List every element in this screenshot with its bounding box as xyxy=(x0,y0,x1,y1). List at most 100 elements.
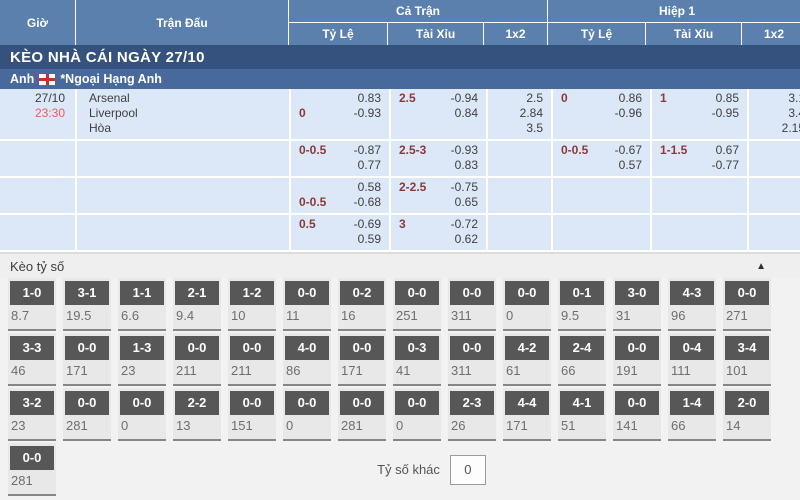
h1-overunder-cell[interactable]: 1-1.50.67-0.77 xyxy=(652,141,747,176)
header-ft-handicap: Tỷ Lệ xyxy=(289,23,387,45)
score-box[interactable]: 3-4 xyxy=(725,336,769,360)
score-odd: 66 xyxy=(558,360,606,378)
england-flag-icon xyxy=(39,74,55,85)
header-time: Giờ xyxy=(0,0,75,45)
score-box[interactable]: 1-1 xyxy=(120,281,164,305)
ft-handicap-cell[interactable]: 0-0.5-0.870.77 xyxy=(291,141,389,176)
score-odd: 281 xyxy=(338,415,386,433)
odds-value: -0.68 xyxy=(326,195,381,210)
score-box[interactable]: 3-0 xyxy=(615,281,659,305)
h1-overunder-cell[interactable] xyxy=(652,178,747,213)
score-box[interactable]: 4-4 xyxy=(505,391,549,415)
score-box[interactable]: 0-0 xyxy=(505,281,549,305)
ft-1x2-cell[interactable] xyxy=(488,141,551,176)
h1-overunder-cell[interactable]: 10.85-0.95 xyxy=(652,89,747,139)
h1-1x2-cell[interactable] xyxy=(749,178,800,213)
score-box[interactable]: 0-3 xyxy=(395,336,439,360)
score-cell: 3-346 xyxy=(8,333,56,386)
h1-handicap-cell[interactable]: 0-0.5-0.670.57 xyxy=(553,141,650,176)
score-odd: 0 xyxy=(393,415,441,433)
ft-1x2-cell[interactable] xyxy=(488,178,551,213)
odds-value: -0.93 xyxy=(426,143,478,158)
score-box[interactable]: 4-1 xyxy=(560,391,604,415)
odds-value: -0.96 xyxy=(561,106,642,121)
score-odd: 8.7 xyxy=(8,305,56,323)
score-cell: 1-08.7 xyxy=(8,278,56,331)
h1-handicap-cell[interactable] xyxy=(553,215,650,250)
score-box[interactable]: 2-2 xyxy=(175,391,219,415)
score-box[interactable]: 0-0 xyxy=(120,391,164,415)
score-box[interactable]: 0-0 xyxy=(285,391,329,415)
score-box[interactable]: 3-2 xyxy=(10,391,54,415)
odds-value: 3.4 xyxy=(757,106,800,121)
score-box[interactable]: 3-1 xyxy=(65,281,109,305)
score-odd: 23 xyxy=(8,415,56,433)
score-box[interactable]: 0-0 xyxy=(395,281,439,305)
ft-overunder-cell[interactable]: 2.5-0.940.84 xyxy=(391,89,486,139)
ft-overunder-cell[interactable]: 3-0.720.62 xyxy=(391,215,486,250)
score-box[interactable]: 2-0 xyxy=(725,391,769,415)
h1-1x2-cell[interactable]: 3.13.42.15 xyxy=(749,89,800,139)
score-odd: 13 xyxy=(173,415,221,433)
score-box[interactable]: 0-0 xyxy=(395,391,439,415)
ft-1x2-cell[interactable]: 2.52.843.5 xyxy=(488,89,551,139)
score-box[interactable]: 2-4 xyxy=(560,336,604,360)
score-cell: 4-151 xyxy=(558,388,606,441)
h1-handicap-cell[interactable]: 00.86-0.96 xyxy=(553,89,650,139)
header-ft-1x2: 1x2 xyxy=(484,23,547,45)
score-box[interactable]: 1-4 xyxy=(670,391,714,415)
score-box[interactable]: 0-0 xyxy=(450,336,494,360)
score-box[interactable]: 2-1 xyxy=(175,281,219,305)
score-box[interactable]: 0-0 xyxy=(615,336,659,360)
score-box[interactable]: 0-0 xyxy=(340,391,384,415)
ft-handicap-cell[interactable]: 0.830-0.93 xyxy=(291,89,389,139)
score-box[interactable]: 2-3 xyxy=(450,391,494,415)
score-box[interactable]: 1-2 xyxy=(230,281,274,305)
h1-overunder-cell[interactable] xyxy=(652,215,747,250)
other-score-label: Tỷ số khác xyxy=(377,462,440,477)
score-odd: 0 xyxy=(118,415,166,433)
ft-handicap-cell[interactable]: 0.580-0.5-0.68 xyxy=(291,178,389,213)
h1-1x2-cell[interactable] xyxy=(749,215,800,250)
score-box[interactable]: 0-4 xyxy=(670,336,714,360)
odds-value: 0.77 xyxy=(299,158,381,173)
score-box[interactable]: 4-0 xyxy=(285,336,329,360)
score-odd: 23 xyxy=(118,360,166,378)
score-box[interactable]: 0-0 xyxy=(615,391,659,415)
score-cell: 3-223 xyxy=(8,388,56,441)
score-box[interactable]: 0-2 xyxy=(340,281,384,305)
ft-1x2-cell[interactable] xyxy=(488,215,551,250)
score-cell: 2-19.4 xyxy=(173,278,221,331)
score-box[interactable]: 0-0 xyxy=(65,391,109,415)
ft-overunder-cell[interactable]: 2.5-3-0.930.83 xyxy=(391,141,486,176)
score-box[interactable]: 0-0 xyxy=(230,336,274,360)
ft-overunder-cell[interactable]: 2-2.5-0.750.65 xyxy=(391,178,486,213)
collapse-arrow-icon[interactable]: ▲ xyxy=(756,261,766,272)
h1-handicap-cell[interactable] xyxy=(553,178,650,213)
score-box[interactable]: 0-0 xyxy=(175,336,219,360)
score-box[interactable]: 0-1 xyxy=(560,281,604,305)
handicap-line: 0.5 xyxy=(299,217,316,232)
score-row: 3-3460-01711-3230-02110-02114-0860-01710… xyxy=(8,333,800,388)
score-box[interactable]: 4-3 xyxy=(670,281,714,305)
score-box[interactable]: 0-0 xyxy=(285,281,329,305)
ft-handicap-cell[interactable]: 0.5-0.690.59 xyxy=(291,215,389,250)
score-box[interactable]: 0-0 xyxy=(65,336,109,360)
score-box[interactable]: 4-2 xyxy=(505,336,549,360)
score-box[interactable]: 3-3 xyxy=(10,336,54,360)
score-odd: 66 xyxy=(668,415,716,433)
score-odd: 19.5 xyxy=(63,305,111,323)
score-box[interactable]: 0-0 xyxy=(450,281,494,305)
score-box[interactable]: 0-0 xyxy=(725,281,769,305)
other-score-box[interactable]: 0 xyxy=(450,455,486,485)
score-row: 1-08.73-119.51-16.62-19.41-2100-0110-216… xyxy=(8,278,800,333)
league-name: *Ngoại Hạng Anh xyxy=(60,72,162,86)
score-box[interactable]: 1-0 xyxy=(10,281,54,305)
header-h1-overunder: Tài Xỉu xyxy=(646,23,741,45)
score-row: 0-0281Tỷ số khác0 xyxy=(8,443,800,498)
score-box[interactable]: 1-3 xyxy=(120,336,164,360)
score-box[interactable]: 0-0 xyxy=(230,391,274,415)
h1-1x2-cell[interactable] xyxy=(749,141,800,176)
score-box[interactable]: 0-0 xyxy=(10,446,54,470)
score-box[interactable]: 0-0 xyxy=(340,336,384,360)
